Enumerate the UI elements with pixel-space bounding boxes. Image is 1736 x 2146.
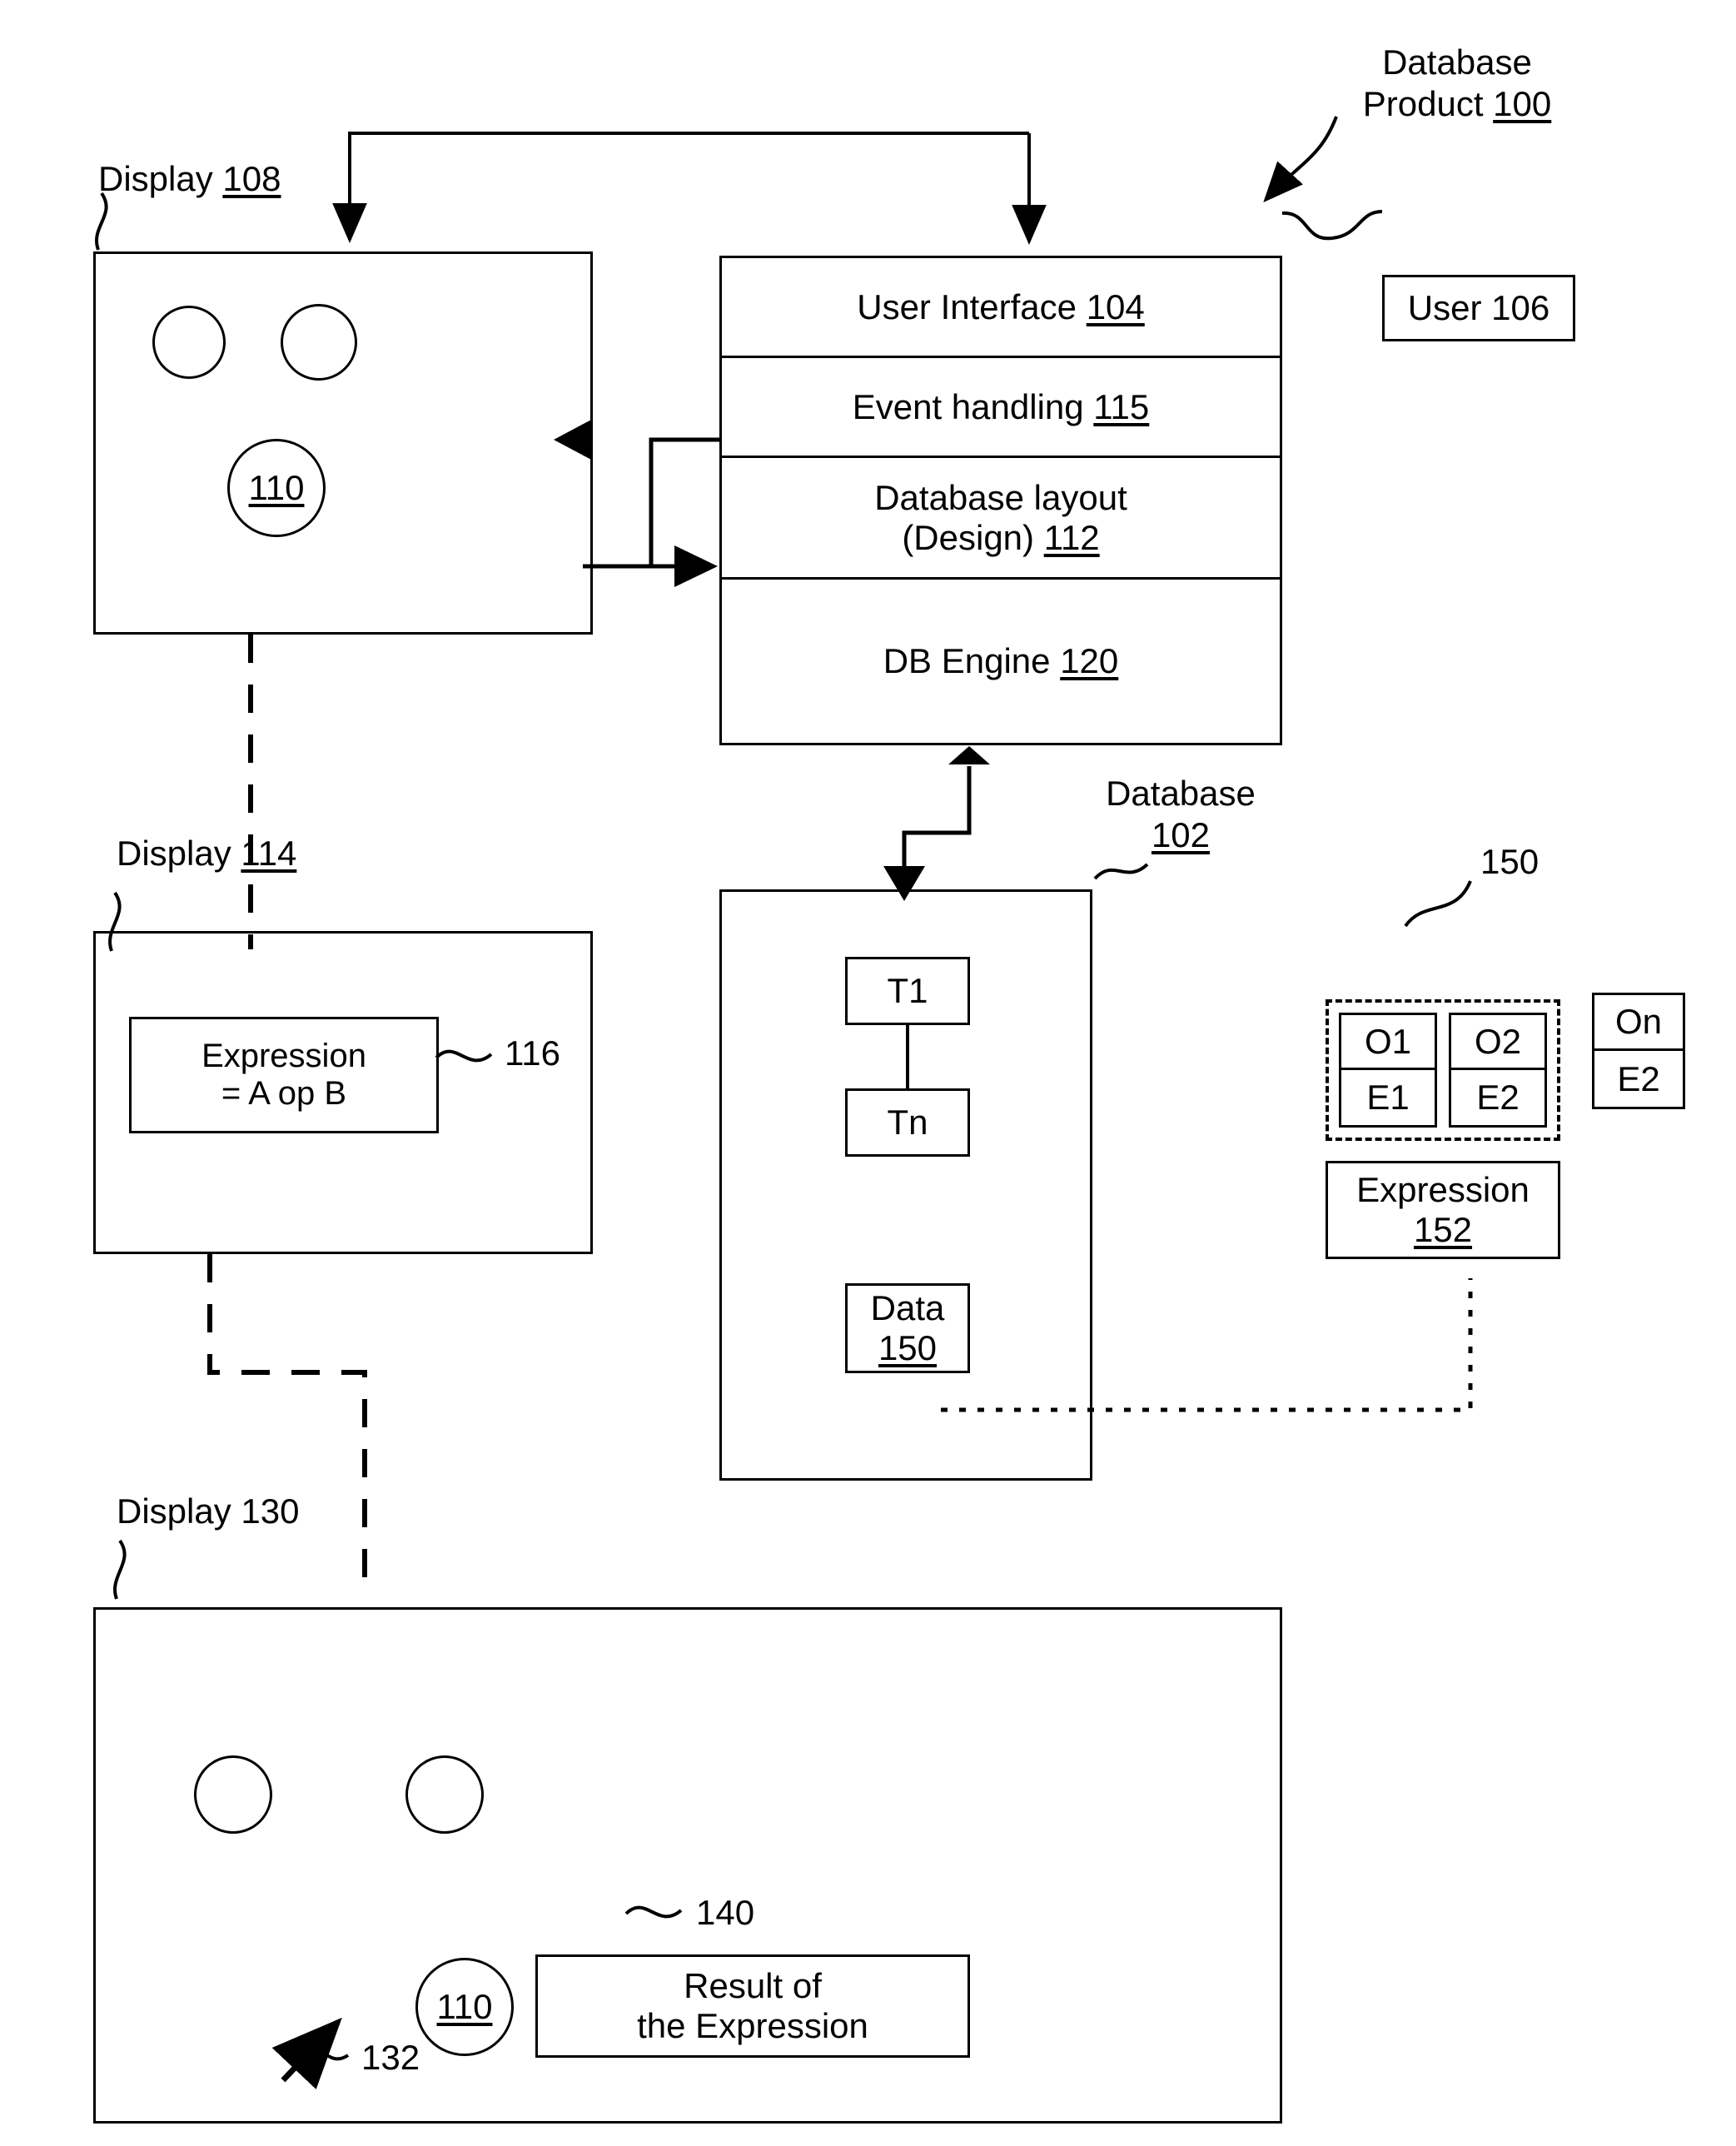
database-product-callout: Database Product 100 <box>1324 42 1590 124</box>
stack-row-user-interface[interactable]: User Interface 104 <box>722 258 1280 358</box>
expression-152-box[interactable]: Expression 152 <box>1326 1161 1560 1259</box>
table-box-tn[interactable]: Tn <box>845 1088 970 1157</box>
database-102-caption: Database 102 <box>1056 773 1306 855</box>
user-box-label: User 106 <box>1407 288 1550 327</box>
detail-cell-o1-e1[interactable]: O1 E1 <box>1339 1013 1437 1128</box>
result-line2: the Expression <box>637 2006 868 2045</box>
display-108-circle-b[interactable] <box>281 304 357 381</box>
result-140-box[interactable]: Result of the Expression <box>535 1954 970 2058</box>
expression-152-num: 152 <box>1413 1210 1473 1249</box>
database-product-line1: Database <box>1382 42 1532 82</box>
callout-116: 116 <box>505 1033 560 1073</box>
display-130-caption: Display 130 <box>117 1491 300 1531</box>
table-t1-label: T1 <box>887 971 928 1010</box>
display-108-circle-a[interactable] <box>152 306 226 379</box>
arrow-ui-to-display108 <box>332 132 1029 243</box>
display-130-circle-b[interactable] <box>405 1755 484 1834</box>
display-114[interactable]: Expression = A op B <box>93 931 593 1254</box>
detail-cell-o2: O2 <box>1451 1015 1544 1070</box>
arrowhead-up-to-dbengine <box>948 746 990 764</box>
detail-150-callout: 150 <box>1480 842 1540 881</box>
detail-cell-on: On <box>1594 995 1683 1051</box>
database-product-line2: Product 100 <box>1362 83 1552 123</box>
dashed-link-114-130 <box>207 1254 367 1597</box>
display-130-circle-110-label: 110 <box>436 1987 493 2026</box>
expression-116-line1: Expression <box>201 1038 366 1074</box>
display-130-circle-a[interactable] <box>194 1755 272 1834</box>
detail-cell-e2: E2 <box>1476 1078 1520 1117</box>
table-box-t1[interactable]: T1 <box>845 957 970 1025</box>
arrow-dbengine-database-link <box>902 799 972 876</box>
callout-140: 140 <box>696 1893 755 1932</box>
data-150-text: Data <box>870 1288 945 1327</box>
detail-cell-e1: E1 <box>1366 1078 1410 1117</box>
leader-display-130 <box>113 1539 127 1600</box>
arrowhead-to-stack <box>674 545 718 587</box>
expression-152-text: Expression <box>1356 1170 1530 1209</box>
result-line1: Result of <box>684 1966 822 2005</box>
display-108-circle-110-label: 110 <box>248 468 305 507</box>
callout-132: 132 <box>361 2038 420 2077</box>
stack-row-db-engine[interactable]: DB Engine 120 <box>722 580 1280 743</box>
leader-database-product-100 <box>1263 116 1338 202</box>
arrow-display108-to-stack <box>649 440 676 569</box>
leader-150-detail <box>1404 880 1472 928</box>
database-102[interactable]: T1 Tn Data 150 <box>719 889 1092 1481</box>
leader-display-108 <box>95 192 108 251</box>
leader-database-102 <box>1093 863 1149 880</box>
database-layout-line1: Database layout <box>874 477 1127 517</box>
stack-row-event-handling[interactable]: Event handling 115 <box>722 358 1280 458</box>
expression-116-box[interactable]: Expression = A op B <box>129 1017 439 1133</box>
display-108-caption: Display 108 <box>98 159 281 198</box>
data-150-box[interactable]: Data 150 <box>845 1283 970 1373</box>
database-102-num: 102 <box>1151 814 1211 854</box>
detail-cell-o2-e2[interactable]: O2 E2 <box>1449 1013 1547 1128</box>
detail-cell-on-e2[interactable]: On E2 <box>1592 993 1685 1109</box>
display-108[interactable]: 110 <box>93 251 593 635</box>
table-link-t1-tn <box>906 1025 909 1088</box>
display-130[interactable]: 110 Result of the Expression <box>93 1607 1282 2124</box>
database-102-line1: Database <box>1106 774 1256 813</box>
database-product-stack: User Interface 104 Event handling 115 Da… <box>719 256 1282 745</box>
user-box[interactable]: User 106 <box>1382 275 1575 341</box>
stack-row-database-layout[interactable]: Database layout (Design) 112 <box>722 458 1280 580</box>
detail-cell-o1: O1 <box>1341 1015 1435 1070</box>
table-tn-label: Tn <box>887 1103 928 1142</box>
data-150-num: 150 <box>878 1328 938 1367</box>
detail-cell-on-bottom: E2 <box>1617 1058 1660 1098</box>
leader-user-106 <box>1281 210 1383 241</box>
display-108-circle-110[interactable]: 110 <box>227 439 326 537</box>
patent-figure: Database Product 100 User 106 Display 10… <box>0 0 1736 2146</box>
expression-116-line2: = A op B <box>221 1075 347 1112</box>
display-114-caption: Display 114 <box>117 834 297 873</box>
display-130-circle-110[interactable]: 110 <box>415 1958 514 2056</box>
